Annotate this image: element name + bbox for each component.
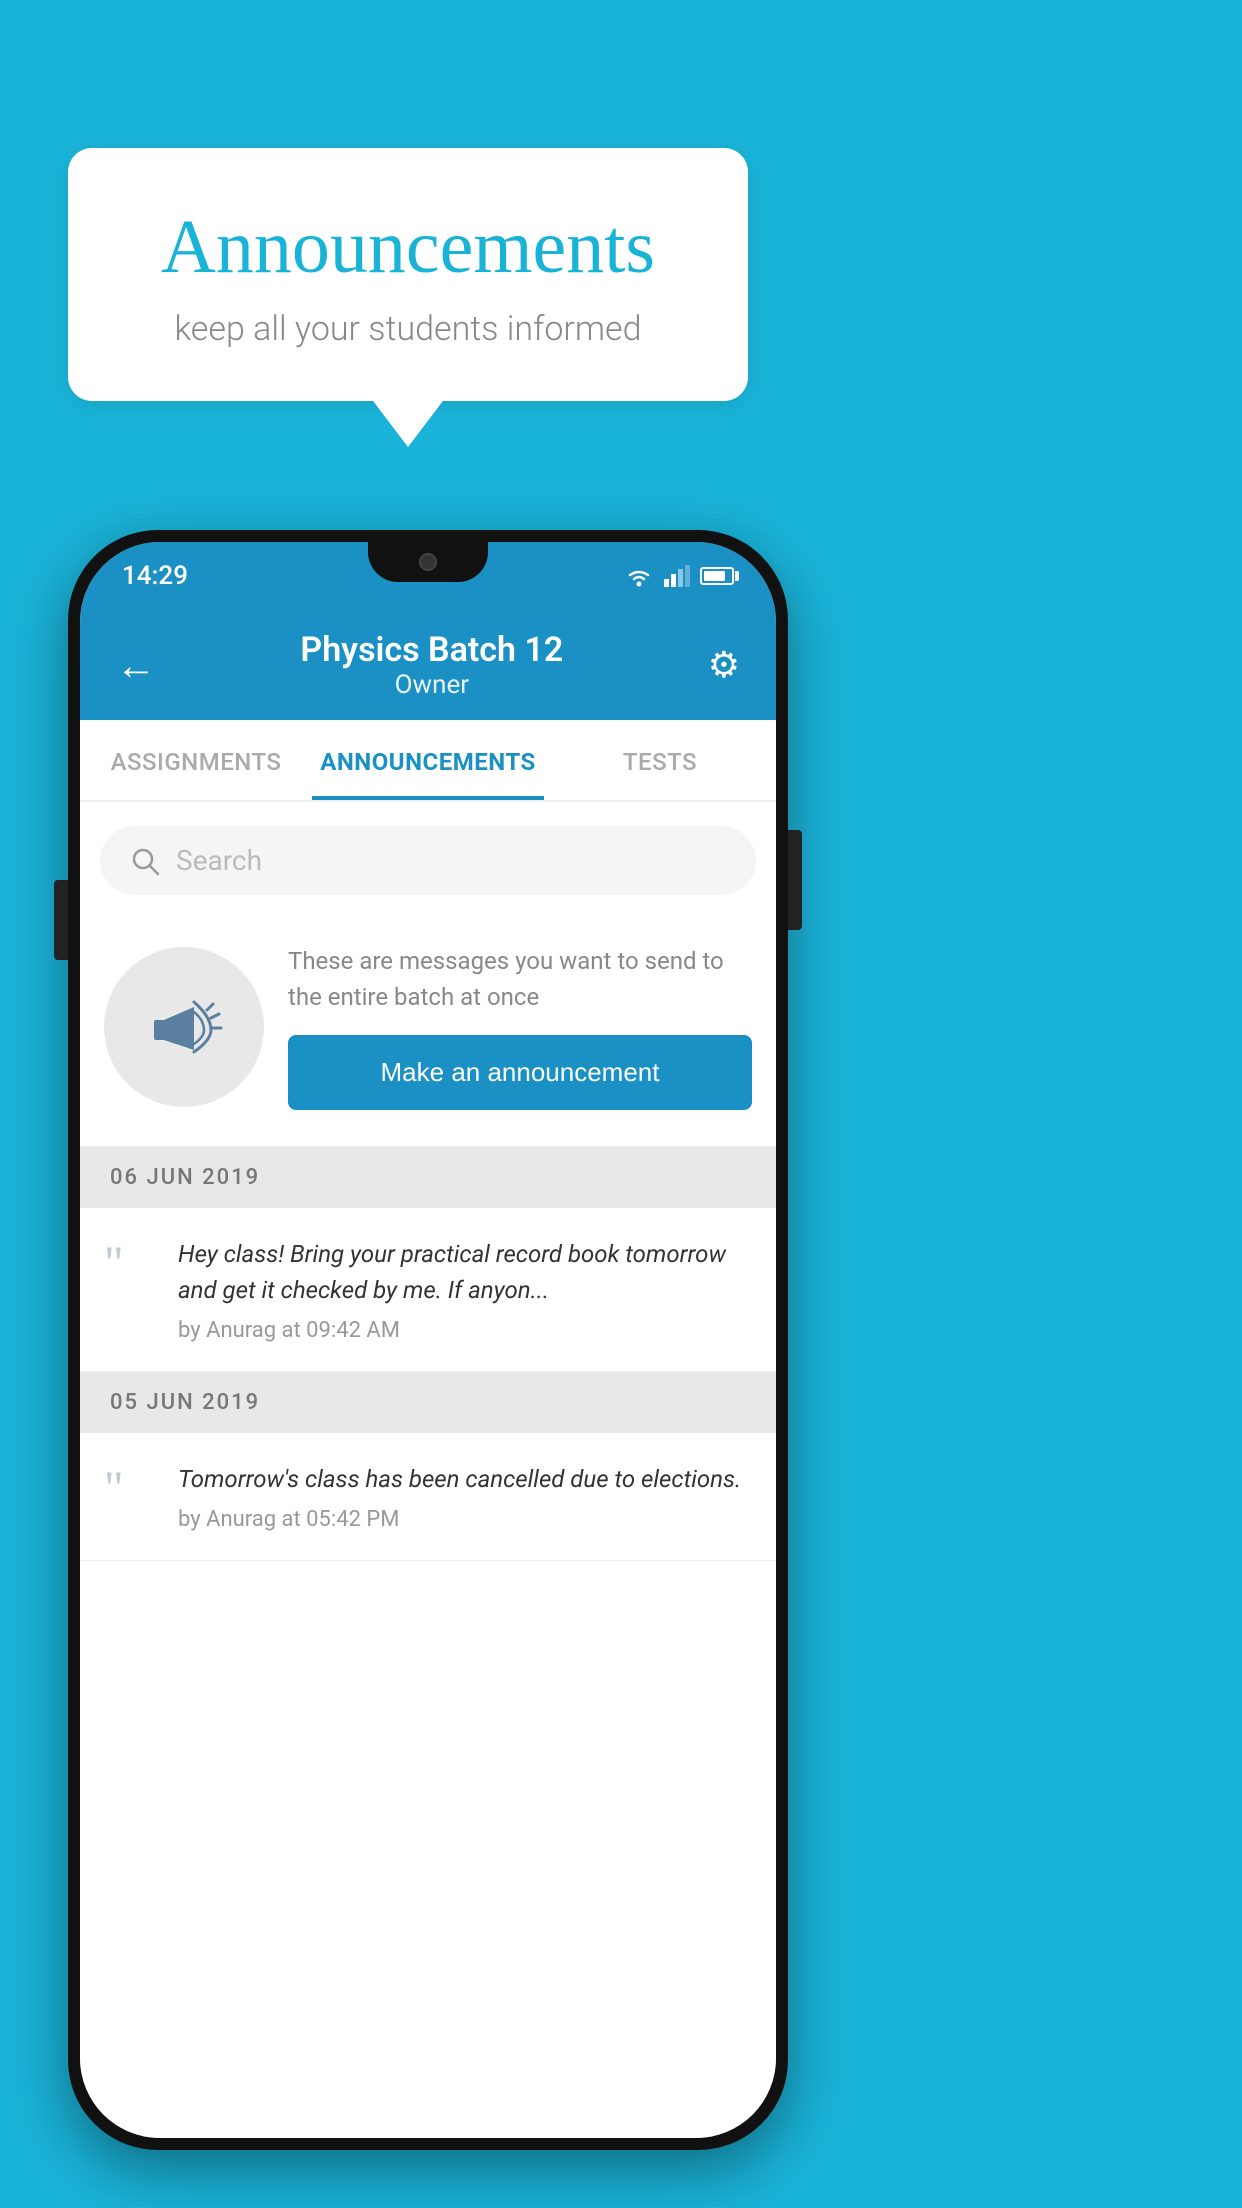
megaphone-icon (139, 982, 229, 1072)
battery-icon (700, 567, 734, 585)
date-divider-1: 06 JUN 2019 (80, 1147, 776, 1208)
announcement-meta-1: by Anurag at 09:42 AM (178, 1318, 752, 1343)
quote-icon-2: " (104, 1465, 154, 1513)
announcement-text-1: Hey class! Bring your practical record b… (178, 1236, 752, 1308)
search-placeholder: Search (176, 844, 262, 877)
promo-right: These are messages you want to send to t… (288, 943, 752, 1110)
announcement-item-1[interactable]: " Hey class! Bring your practical record… (80, 1208, 776, 1372)
tab-tests[interactable]: TESTS (544, 720, 776, 800)
promo-icon-circle (104, 947, 264, 1107)
speech-bubble: Announcements keep all your students inf… (68, 148, 748, 401)
promo-section: These are messages you want to send to t… (80, 919, 776, 1147)
back-button[interactable]: ← (116, 642, 156, 689)
app-bar: ← Physics Batch 12 Owner ⚙ (80, 610, 776, 720)
announcement-content-2: Tomorrow's class has been cancelled due … (178, 1461, 752, 1532)
app-bar-title-group: Physics Batch 12 Owner (300, 630, 563, 700)
announcement-meta-2: by Anurag at 05:42 PM (178, 1507, 752, 1532)
status-icons (624, 565, 734, 587)
tab-announcements[interactable]: ANNOUNCEMENTS (312, 720, 544, 800)
speech-bubble-subtitle: keep all your students informed (128, 309, 688, 349)
speech-bubble-container: Announcements keep all your students inf… (68, 148, 748, 401)
phone-screen: 14:29 (80, 542, 776, 2138)
notch (368, 542, 488, 582)
phone-outer: 14:29 (68, 530, 788, 2150)
tab-assignments[interactable]: ASSIGNMENTS (80, 720, 312, 800)
notch-camera (419, 553, 437, 571)
status-bar: 14:29 (80, 542, 776, 610)
signal-icon (664, 565, 690, 587)
make-announcement-button[interactable]: Make an announcement (288, 1035, 752, 1110)
promo-description: These are messages you want to send to t… (288, 943, 752, 1015)
announcement-content-1: Hey class! Bring your practical record b… (178, 1236, 752, 1343)
search-bar[interactable]: Search (100, 826, 756, 895)
phone-wrapper: 14:29 (68, 530, 788, 2150)
date-divider-2: 05 JUN 2019 (80, 1372, 776, 1433)
app-bar-subtitle: Owner (300, 670, 563, 700)
announcement-text-2: Tomorrow's class has been cancelled due … (178, 1461, 752, 1497)
search-icon (130, 846, 160, 876)
wifi-icon (624, 565, 654, 587)
settings-button[interactable]: ⚙ (708, 644, 740, 686)
tabs-bar: ASSIGNMENTS ANNOUNCEMENTS TESTS (80, 720, 776, 802)
announcement-item-2[interactable]: " Tomorrow's class has been cancelled du… (80, 1433, 776, 1561)
app-bar-title: Physics Batch 12 (300, 630, 563, 670)
quote-icon-1: " (104, 1240, 154, 1288)
status-time: 14:29 (122, 561, 188, 591)
speech-bubble-title: Announcements (128, 204, 688, 291)
content-area: Search (80, 802, 776, 2138)
